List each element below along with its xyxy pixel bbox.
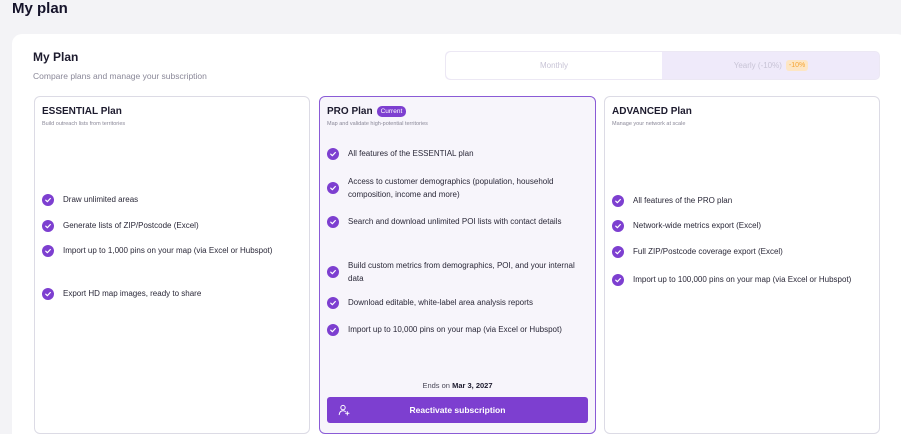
check-icon [42, 219, 54, 232]
plan-card-subtitle: Compare plans and manage your subscripti… [33, 71, 207, 81]
check-icon [327, 323, 339, 336]
plan-name-label: ADVANCED Plan [612, 106, 692, 117]
feature-text: Generate lists of ZIP/Postcode (Excel) [63, 221, 199, 230]
check-icon [327, 147, 339, 160]
feature-text: Build custom metrics from demographics, … [348, 261, 575, 283]
feature-item: Search and download unlimited POI lists … [327, 215, 589, 228]
reactivate-subscription-button[interactable]: Reactivate subscription [327, 397, 588, 423]
feature-item: Build custom metrics from demographics, … [327, 259, 589, 285]
monthly-option[interactable]: Monthly [446, 52, 662, 79]
check-icon [327, 296, 339, 309]
check-icon [42, 287, 54, 300]
feature-text: Import up to 100,000 pins on your map (v… [633, 275, 852, 284]
feature-item: Full ZIP/Postcode coverage export (Excel… [612, 245, 873, 258]
feature-text: Network-wide metrics export (Excel) [633, 221, 762, 230]
ends-prefix: Ends on [422, 381, 450, 390]
pro-plan-card[interactable]: PRO Plan Current Map and validate high-p… [319, 96, 596, 434]
check-icon [327, 266, 339, 278]
plan-name: ESSENTIAL Plan [42, 106, 122, 117]
plan-name: ADVANCED Plan [612, 106, 692, 117]
page-title: My plan [12, 0, 68, 17]
check-icon [612, 219, 624, 232]
feature-text: All features of the PRO plan [633, 196, 733, 205]
feature-item: All features of the PRO plan [612, 194, 873, 207]
user-add-icon [338, 404, 350, 416]
plan-description: Manage your network at scale [612, 121, 686, 127]
feature-item: Import up to 1,000 pins on your map (via… [42, 244, 303, 257]
billing-period-toggle: Monthly Yearly (-10%) -10% [445, 51, 880, 80]
essential-plan-card[interactable]: ESSENTIAL Plan Build outreach lists from… [34, 96, 310, 434]
plan-description: Build outreach lists from territories [42, 121, 126, 127]
check-icon [42, 193, 54, 206]
feature-item: Draw unlimited areas [42, 193, 303, 206]
feature-text: Import up to 10,000 pins on your map (vi… [348, 325, 562, 334]
yearly-option[interactable]: Yearly (-10%) -10% [663, 52, 879, 79]
plan-description: Map and validate high-potential territor… [327, 121, 428, 127]
plan-card: My Plan Compare plans and manage your su… [12, 34, 901, 434]
current-plan-badge: Current [376, 106, 407, 117]
feature-item: Download editable, white-label area anal… [327, 296, 589, 309]
subscription-end-date: Ends on Mar 3, 2027 [320, 381, 595, 390]
feature-text: Draw unlimited areas [63, 195, 139, 204]
feature-text: Full ZIP/Postcode coverage export (Excel… [633, 247, 783, 256]
feature-item: Access to customer demographics (populat… [327, 175, 589, 201]
plan-name-label: PRO Plan [327, 106, 373, 117]
monthly-option-label: Monthly [539, 61, 568, 70]
feature-text: Export HD map images, ready to share [63, 289, 202, 298]
feature-text: Download editable, white-label area anal… [348, 298, 533, 307]
feature-text: All features of the ESSENTIAL plan [348, 149, 474, 158]
check-icon [42, 244, 54, 257]
plan-name: PRO Plan Current [327, 106, 407, 117]
feature-item: Import up to 100,000 pins on your map (v… [612, 273, 873, 286]
check-icon [612, 273, 624, 286]
feature-item: All features of the ESSENTIAL plan [327, 147, 589, 160]
plan-card-title: My Plan [33, 50, 79, 64]
plan-name-label: ESSENTIAL Plan [42, 106, 122, 117]
check-icon [612, 194, 624, 207]
advanced-plan-card[interactable]: ADVANCED Plan Manage your network at sca… [604, 96, 880, 434]
feature-item: Export HD map images, ready to share [42, 287, 303, 300]
feature-text: Search and download unlimited POI lists … [348, 217, 562, 226]
feature-item: Import up to 10,000 pins on your map (vi… [327, 323, 589, 336]
reactivate-button-label: Reactivate subscription [409, 405, 506, 415]
yearly-option-label: Yearly (-10%) [733, 61, 782, 70]
feature-text: Import up to 1,000 pins on your map (via… [63, 246, 273, 255]
feature-text: Access to customer demographics (populat… [348, 177, 554, 199]
check-icon [612, 245, 624, 258]
discount-badge: -10% [785, 60, 809, 71]
feature-item: Network-wide metrics export (Excel) [612, 219, 873, 232]
ends-date: Mar 3, 2027 [452, 381, 493, 390]
check-icon [327, 182, 339, 194]
feature-item: Generate lists of ZIP/Postcode (Excel) [42, 219, 303, 232]
check-icon [327, 215, 339, 228]
